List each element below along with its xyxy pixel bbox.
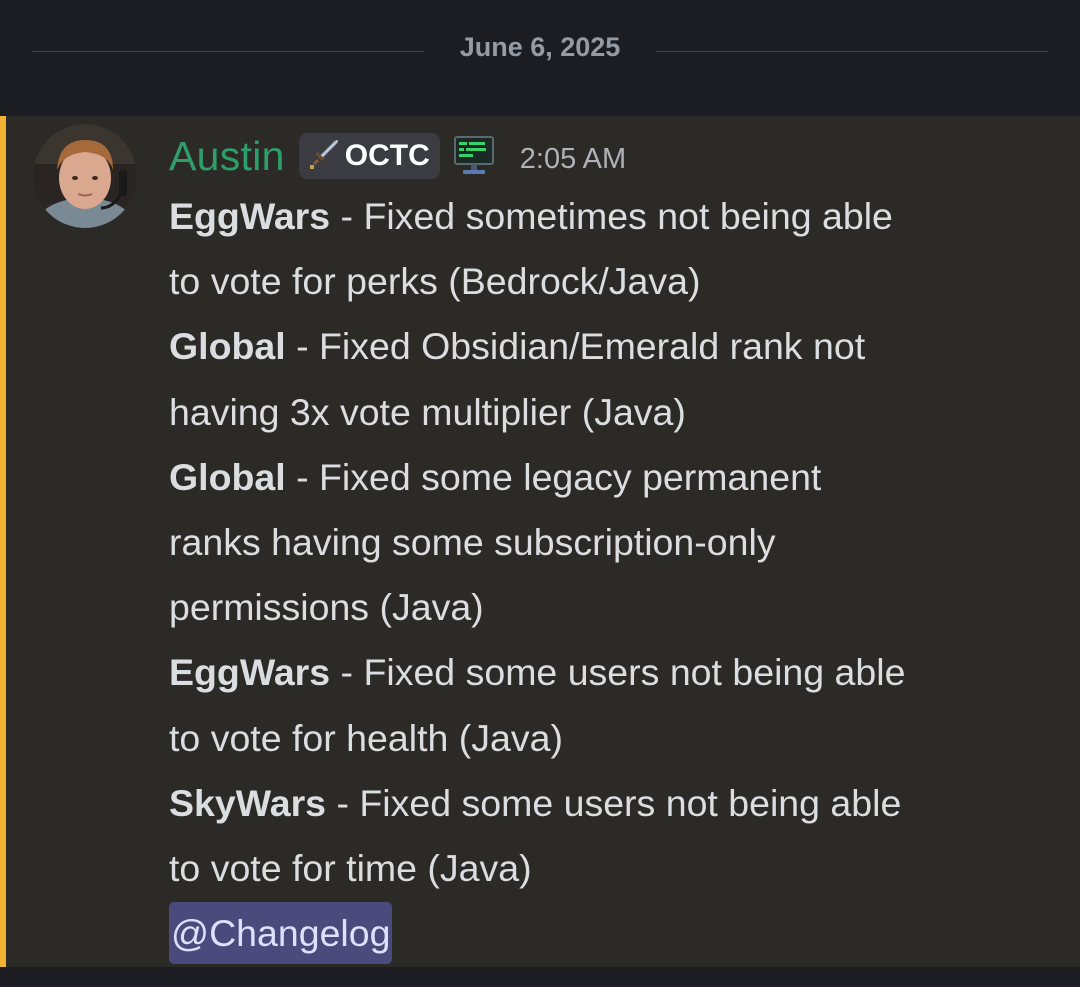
message[interactable]: Austin OCTC 2:05 AM EggWars - Fixed some… — [0, 116, 1080, 967]
divider-line-right — [656, 51, 1048, 52]
date-divider: June 6, 2025 — [0, 0, 1080, 116]
sword-icon — [307, 137, 341, 175]
date-label: June 6, 2025 — [459, 32, 621, 62]
line-bold-prefix: Global — [169, 325, 286, 368]
message-line: EggWars - Fixed sometimes not being able — [169, 184, 1049, 249]
terminal-monitor-icon — [452, 134, 496, 178]
avatar[interactable] — [33, 124, 137, 228]
mention-highlight-bar — [0, 116, 6, 967]
line-bold-prefix: Global — [169, 455, 286, 498]
line-text: to vote for time (Java) — [169, 847, 532, 890]
line-text: ranks having some subscription-only — [169, 521, 776, 564]
timestamp: 2:05 AM — [519, 142, 627, 175]
line-text: to vote for perks (Bedrock/Java) — [169, 260, 701, 303]
divider-line-left — [32, 51, 424, 52]
message-line: to vote for health (Java) — [169, 706, 1049, 771]
line-text: permissions (Java) — [169, 586, 484, 629]
author-name[interactable]: Austin — [169, 133, 285, 180]
message-line: having 3x vote multiplier (Java) — [169, 380, 1049, 445]
message-content: EggWars - Fixed sometimes not being able… — [169, 184, 1049, 966]
line-text: - Fixed sometimes not being able — [330, 195, 893, 237]
line-text: - Fixed some users not being able — [326, 781, 902, 824]
message-line: to vote for time (Java) — [169, 836, 1049, 901]
bottom-strip — [0, 967, 1080, 987]
message-line: Global - Fixed Obsidian/Emerald rank not — [169, 314, 1049, 379]
tag-label: OCTC — [344, 139, 430, 172]
server-tag[interactable]: OCTC — [298, 133, 440, 179]
line-text: to vote for health (Java) — [169, 716, 563, 759]
line-bold-prefix: EggWars — [169, 651, 331, 694]
line-text: - Fixed some users not being able — [330, 651, 906, 694]
message-line: EggWars - Fixed some users not being abl… — [169, 640, 1049, 705]
message-line: to vote for perks (Bedrock/Java) — [169, 249, 1049, 314]
line-text: - Fixed Obsidian/Emerald rank not — [285, 325, 866, 368]
role-mention[interactable]: @Changelog — [169, 902, 393, 965]
line-bold-prefix: EggWars — [169, 195, 331, 237]
message-header: Austin OCTC 2:05 AM — [169, 128, 626, 184]
message-line: ranks having some subscription-only — [169, 510, 1049, 575]
message-line: permissions (Java) — [169, 575, 1049, 640]
line-bold-prefix: SkyWars — [169, 781, 327, 824]
mention-line: @Changelog — [169, 901, 1049, 966]
line-text: having 3x vote multiplier (Java) — [169, 390, 686, 433]
message-line: SkyWars - Fixed some users not being abl… — [169, 771, 1049, 836]
line-text: - Fixed some legacy permanent — [285, 455, 822, 498]
message-line: Global - Fixed some legacy permanent — [169, 445, 1049, 510]
